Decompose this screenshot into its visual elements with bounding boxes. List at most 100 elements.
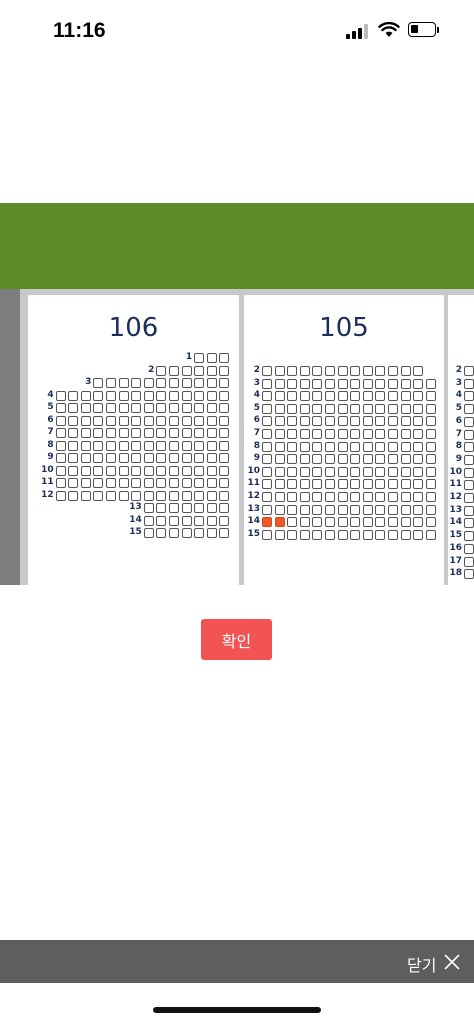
seat[interactable] xyxy=(464,569,474,580)
seat[interactable] xyxy=(299,429,310,439)
seat[interactable] xyxy=(425,466,436,477)
seat[interactable] xyxy=(375,454,386,465)
seat[interactable] xyxy=(169,490,179,501)
seat[interactable] xyxy=(106,403,116,413)
seat[interactable] xyxy=(400,504,411,515)
seat[interactable] xyxy=(274,429,285,439)
seat[interactable] xyxy=(299,479,310,490)
seat[interactable] xyxy=(169,365,179,376)
seat[interactable] xyxy=(400,416,411,427)
seat[interactable] xyxy=(337,366,348,376)
seat[interactable] xyxy=(388,504,398,515)
seat[interactable] xyxy=(464,378,474,389)
seat[interactable] xyxy=(400,441,411,452)
seat[interactable] xyxy=(206,365,217,376)
seat[interactable] xyxy=(80,390,91,401)
seat[interactable] xyxy=(464,480,474,491)
seat[interactable] xyxy=(80,403,91,413)
seat[interactable] xyxy=(325,492,335,502)
seat[interactable] xyxy=(299,504,310,515)
seat[interactable] xyxy=(106,428,116,438)
seat[interactable] xyxy=(169,453,179,463)
seat[interactable] xyxy=(337,441,348,452)
seat[interactable] xyxy=(194,428,205,438)
seat[interactable] xyxy=(350,529,361,540)
seat[interactable] xyxy=(388,441,398,452)
seat[interactable] xyxy=(194,478,205,488)
seat[interactable] xyxy=(219,353,230,363)
seat[interactable] xyxy=(262,529,272,540)
seat[interactable] xyxy=(350,366,361,376)
seat[interactable] xyxy=(181,490,192,501)
seat[interactable] xyxy=(143,390,154,401)
seat[interactable] xyxy=(219,428,230,438)
seat[interactable] xyxy=(375,391,386,402)
seat[interactable] xyxy=(93,478,104,488)
confirm-button[interactable]: 확인 xyxy=(201,619,272,660)
seat[interactable] xyxy=(169,528,179,538)
seat[interactable] xyxy=(325,378,335,389)
seat[interactable] xyxy=(464,454,474,465)
seat[interactable] xyxy=(68,478,79,488)
seat[interactable] xyxy=(375,429,386,439)
seat[interactable] xyxy=(350,479,361,490)
seat[interactable] xyxy=(400,378,411,389)
seat[interactable] xyxy=(194,390,205,401)
seat[interactable] xyxy=(118,490,129,501)
seat[interactable] xyxy=(181,528,192,538)
seat[interactable] xyxy=(388,466,398,477)
seat[interactable] xyxy=(274,378,285,389)
seat[interactable] xyxy=(262,466,272,477)
seat[interactable] xyxy=(219,503,230,513)
seat[interactable] xyxy=(181,365,192,376)
seat[interactable] xyxy=(206,390,217,401)
seat[interactable] xyxy=(287,529,298,540)
seat[interactable] xyxy=(425,529,436,540)
seat[interactable] xyxy=(219,528,230,538)
seat[interactable] xyxy=(464,404,474,415)
seat[interactable] xyxy=(156,515,167,526)
seat[interactable] xyxy=(274,492,285,502)
seat[interactable] xyxy=(156,390,167,401)
seat[interactable] xyxy=(362,416,373,427)
seat[interactable] xyxy=(287,378,298,389)
seat[interactable] xyxy=(274,529,285,540)
seat[interactable] xyxy=(413,441,424,452)
seat[interactable] xyxy=(194,515,205,526)
seat[interactable] xyxy=(219,415,230,426)
seat[interactable] xyxy=(194,465,205,476)
seat[interactable] xyxy=(206,428,217,438)
close-icon[interactable] xyxy=(443,953,461,971)
seat[interactable] xyxy=(413,454,424,465)
seat[interactable] xyxy=(312,378,323,389)
seat[interactable] xyxy=(388,391,398,402)
seat[interactable] xyxy=(287,504,298,515)
seat[interactable] xyxy=(143,478,154,488)
seat[interactable] xyxy=(143,528,154,538)
seat[interactable] xyxy=(206,503,217,513)
seat[interactable] xyxy=(68,428,79,438)
seat[interactable] xyxy=(362,441,373,452)
seat[interactable] xyxy=(400,454,411,465)
seat[interactable] xyxy=(362,403,373,414)
seat[interactable] xyxy=(464,442,474,453)
seat[interactable] xyxy=(131,378,142,388)
seat[interactable] xyxy=(118,390,129,401)
seat[interactable] xyxy=(287,403,298,414)
seat[interactable] xyxy=(93,403,104,413)
seat[interactable] xyxy=(425,441,436,452)
block-105[interactable]: 105 2 3 4 5 6 7 8 9 10 11 12 13 14 15 xyxy=(244,295,444,585)
seat[interactable] xyxy=(118,453,129,463)
seat[interactable] xyxy=(362,529,373,540)
seat[interactable] xyxy=(464,467,474,478)
seat[interactable] xyxy=(325,454,335,465)
seat[interactable] xyxy=(80,415,91,426)
seat[interactable] xyxy=(425,416,436,427)
seat[interactable] xyxy=(413,366,424,376)
seat[interactable] xyxy=(118,478,129,488)
seat[interactable] xyxy=(219,365,230,376)
seat[interactable] xyxy=(219,453,230,463)
seat[interactable] xyxy=(375,366,386,376)
seat[interactable] xyxy=(287,416,298,427)
seat[interactable] xyxy=(350,441,361,452)
